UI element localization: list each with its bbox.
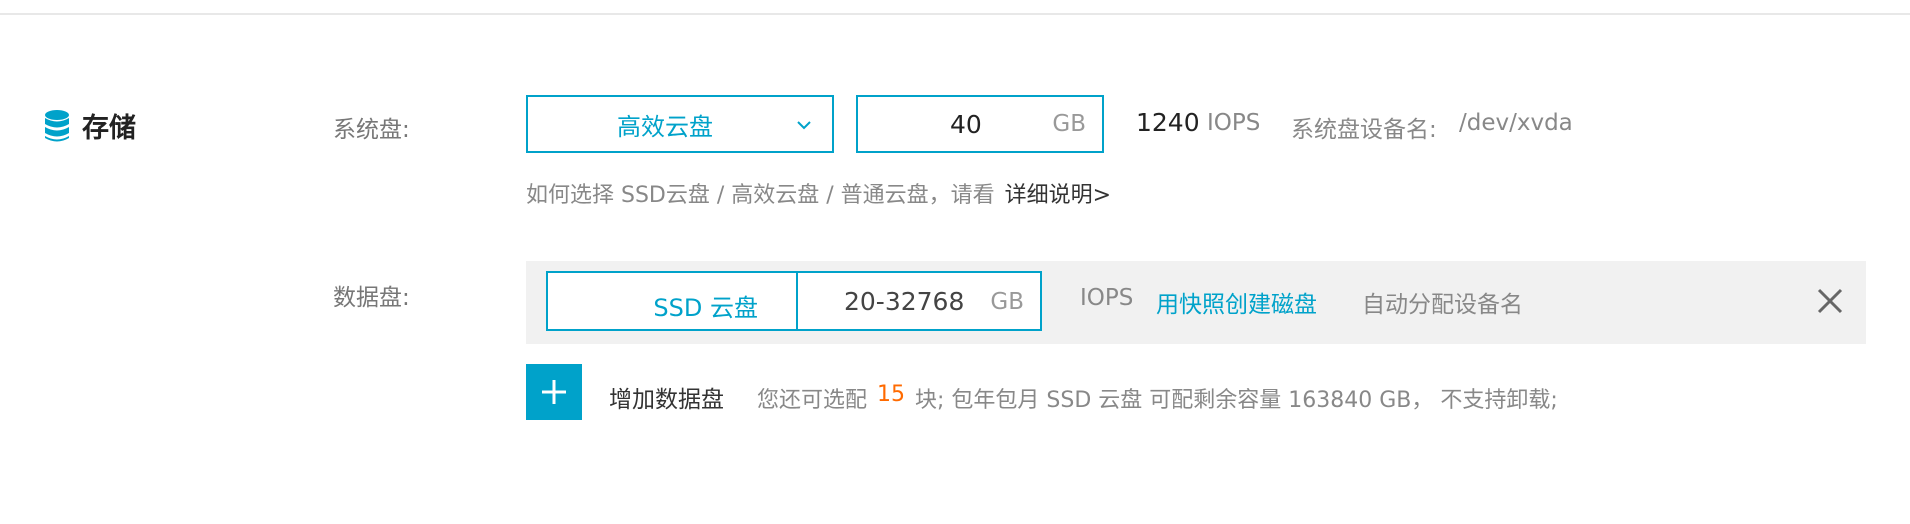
close-icon[interactable] (1816, 287, 1844, 315)
add-data-disk-button[interactable] (526, 364, 582, 420)
system-disk-label: 系统盘: (333, 117, 410, 143)
system-disk-size-input[interactable]: 40 GB (856, 95, 1104, 153)
section-header: 存储 (44, 106, 136, 145)
data-disk-type-value: SSD 云盘 (653, 294, 758, 322)
data-disk-quota: 您还可选配 15 块; 包年包月 SSD 云盘 可配剩余容量 163840 GB… (757, 382, 1558, 414)
data-disk-panel: SSD 云盘 20-32768 GB IOPS 用快照创建磁盘 自动分配设备名 (526, 261, 1866, 344)
create-from-snapshot-link[interactable]: 用快照创建磁盘 (1156, 285, 1317, 319)
add-data-disk-label[interactable]: 增加数据盘 (609, 380, 724, 414)
data-disk-size-value: 20-32768 (844, 287, 965, 316)
chevron-down-icon (797, 121, 811, 130)
system-disk-device-label: 系统盘设备名: (1291, 117, 1437, 143)
quota-prefix: 您还可选配 (757, 388, 868, 413)
storage-config-page: 存储 系统盘: 高效云盘 40 GB 1240 IOPS 系统盘设备名: /de… (0, 0, 1910, 524)
data-disk-iops-label: IOPS (1080, 285, 1134, 311)
data-disk-type-select[interactable]: SSD 云盘 (546, 271, 798, 331)
system-disk-iops-value: 1240 (1136, 108, 1200, 137)
system-disk-size-value: 40 (950, 110, 982, 139)
system-disk-iops-label: IOPS (1207, 110, 1261, 136)
system-disk-type-value: 高效云盘 (617, 112, 713, 141)
system-disk-size-unit: GB (1052, 111, 1086, 137)
disk-type-hint: 如何选择 SSD云盘 / 高效云盘 / 普通云盘，请看 详细说明> (526, 177, 1111, 209)
data-disk-label: 数据盘: (333, 285, 410, 311)
section-title: 存储 (82, 113, 136, 144)
data-disk-size-input[interactable]: 20-32768 GB (796, 271, 1042, 331)
database-icon (45, 109, 69, 141)
quota-count: 15 (877, 382, 906, 407)
divider (0, 13, 1910, 15)
system-disk-type-select[interactable]: 高效云盘 (526, 95, 834, 153)
data-disk-size-unit: GB (990, 289, 1024, 315)
hint-text: 如何选择 SSD云盘 / 高效云盘 / 普通云盘，请看 (526, 183, 995, 208)
plus-icon (542, 380, 566, 404)
details-link[interactable]: 详细说明> (1005, 177, 1111, 209)
system-disk-device-path: /dev/xvda (1459, 110, 1573, 136)
quota-suffix: 块; 包年包月 SSD 云盘 可配剩余容量 163840 GB， 不支持卸载; (915, 388, 1558, 413)
auto-device-name: 自动分配设备名 (1362, 292, 1523, 318)
